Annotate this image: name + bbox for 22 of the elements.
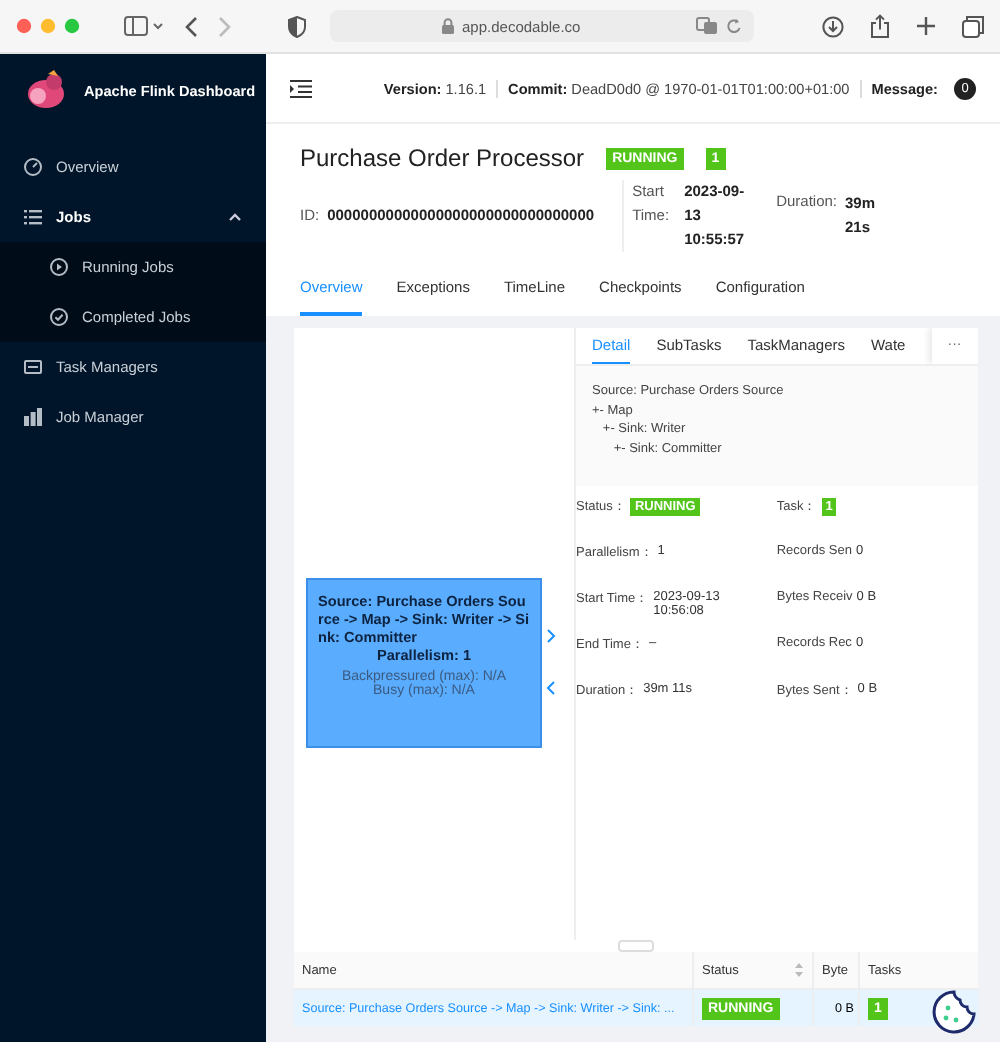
window-controls-icon[interactable] (16, 18, 84, 34)
gauge-icon (24, 158, 42, 176)
card-icon (24, 358, 42, 376)
play-circle-icon (50, 258, 68, 276)
shield-icon[interactable] (288, 15, 306, 37)
back-icon[interactable] (184, 15, 198, 37)
bar-chart-icon (24, 408, 42, 426)
menu-fold-icon[interactable] (290, 79, 312, 97)
cookie-icon[interactable] (932, 990, 976, 1034)
job-title: Purchase Order Processor (300, 144, 585, 172)
download-icon[interactable] (822, 15, 844, 37)
plus-icon[interactable] (916, 16, 936, 36)
share-icon[interactable] (870, 14, 890, 38)
lock-icon (442, 18, 454, 34)
tabs-overview-icon[interactable] (962, 15, 984, 37)
check-circle-icon (50, 308, 68, 326)
chevron-right-icon (545, 628, 555, 644)
chevron-left-icon (545, 680, 555, 696)
list-icon (24, 208, 42, 226)
reload-icon[interactable] (726, 17, 742, 35)
resize-handle[interactable] (617, 940, 654, 952)
sidebar-toggle-icon[interactable] (124, 16, 164, 36)
